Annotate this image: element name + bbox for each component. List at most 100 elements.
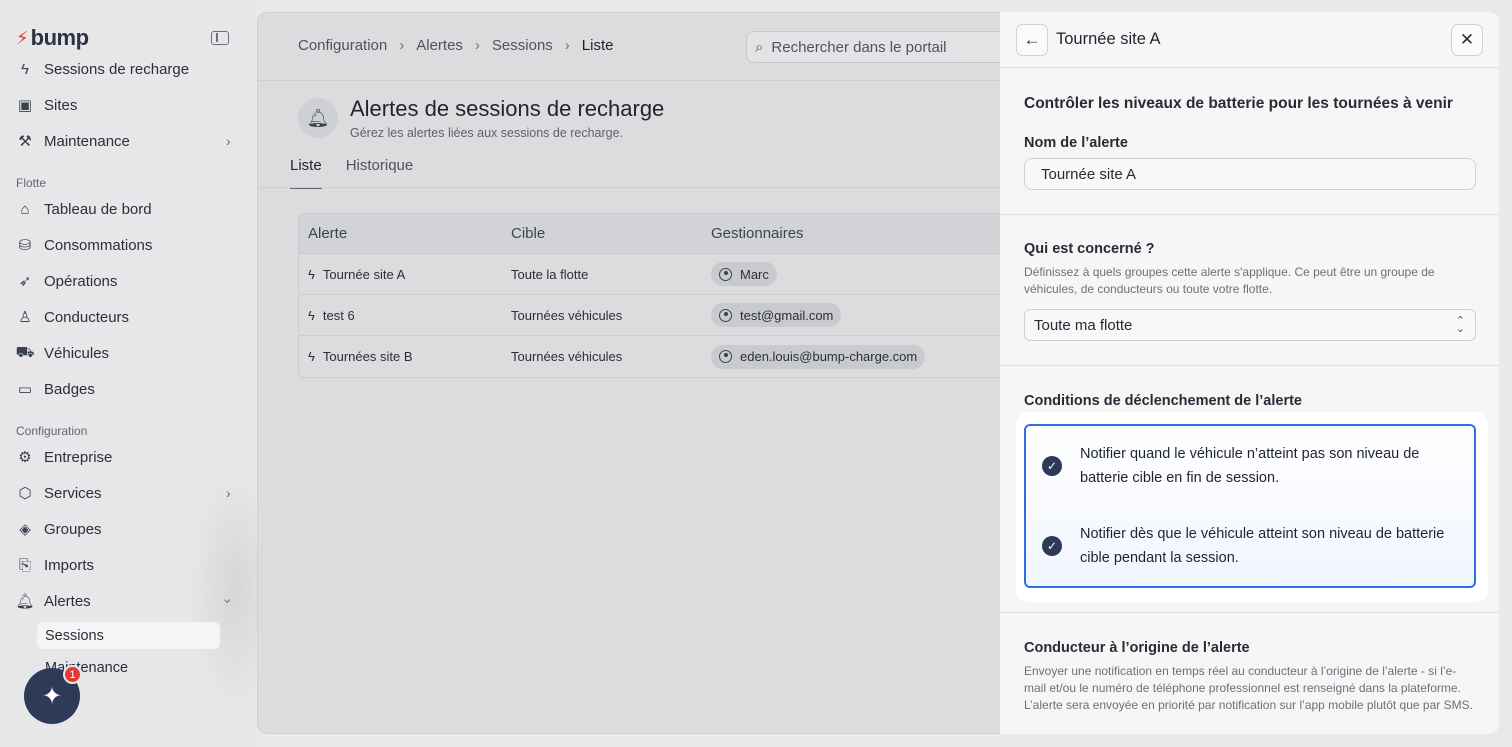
- concerned-help-text: Définissez à quels groupes cette alerte …: [1024, 265, 1435, 296]
- home-icon: ⌂: [20, 200, 30, 218]
- car-icon: ⛟: [15, 343, 35, 361]
- sidebar-item-groupes[interactable]: ◈ Groupes: [16, 515, 102, 543]
- group-select-value: Toute ma flotte: [1034, 316, 1133, 334]
- sidebar-item-services[interactable]: ⬡ Services ›: [16, 479, 240, 507]
- divider: [1000, 365, 1499, 366]
- sidebar-item-label: Imports: [44, 556, 95, 574]
- sidebar-item-label: Groupes: [44, 520, 102, 538]
- alert-detail-drawer: ← Tournée site A ✕ Contrôler les niveaux…: [1000, 12, 1499, 734]
- chevron-right-icon: ›: [226, 485, 231, 501]
- column-header: Alerte: [308, 225, 348, 242]
- sidebar-item-vehicules[interactable]: ⛟ Véhicules: [16, 339, 109, 367]
- bell-icon: 🔔︎: [15, 593, 35, 610]
- sidebar-collapse-icon[interactable]: [211, 31, 229, 45]
- conditions-label: Conditions de déclenchement de l’alerte: [1024, 393, 1302, 409]
- concerned-label: Qui est concerné ?: [1024, 241, 1155, 257]
- breadcrumb: Configuration › Alertes › Sessions › Lis…: [298, 37, 613, 54]
- back-button[interactable]: ←: [1016, 24, 1048, 56]
- checkbox-checked-icon[interactable]: ✓: [1042, 536, 1062, 556]
- manager-chip: eden.louis@bump-charge.com: [711, 344, 926, 369]
- condition-option[interactable]: ✓ Notifier quand le véhicule n’atteint p…: [1042, 442, 1452, 490]
- sidebar-item-conducteurs[interactable]: ♙ Conducteurs: [16, 303, 129, 331]
- table-row[interactable]: ϟ Tournées site B Tournées véhicules eden…: [299, 336, 1017, 377]
- search-input[interactable]: ⌕ Rechercher dans le portail: [746, 31, 1026, 63]
- badge-icon: ▭: [17, 381, 33, 398]
- search-icon: ⌕: [755, 38, 764, 56]
- condition-text: Notifier dès que le véhicule atteint son…: [1080, 526, 1445, 566]
- condition-option[interactable]: ✓ Notifier dès que le véhicule atteint s…: [1042, 522, 1452, 570]
- sidebar-item-consommations[interactable]: ⛁ Consommations: [16, 231, 153, 259]
- conditions-box: ✓ Notifier quand le véhicule n’atteint p…: [1024, 424, 1476, 588]
- sidebar-item-label: Opérations: [44, 272, 118, 290]
- bump-logo-mark-icon: ⚡: [16, 27, 29, 48]
- bolt-icon: ϟ: [21, 60, 29, 78]
- table-row[interactable]: ϟ Tournée site A Toute la flotte Marc: [299, 254, 1017, 295]
- sidebar-item-badges[interactable]: ▭ Badges: [16, 375, 95, 403]
- alert-target: Toute la flotte: [511, 266, 589, 282]
- sidebar-item-label: Maintenance: [44, 132, 130, 150]
- table-row[interactable]: ϟ test 6 Tournées véhicules test@gmail.co…: [299, 295, 1017, 336]
- sidebar-item-imports[interactable]: ⎘ Imports: [16, 551, 94, 579]
- sidebar-item-label: Consommations: [44, 236, 153, 254]
- tab-historique[interactable]: Historique: [346, 157, 414, 189]
- sidebar-subitem-label: Sessions: [45, 627, 104, 644]
- alert-name-input[interactable]: Tournée site A: [1024, 158, 1476, 190]
- chevron-right-icon: ›: [564, 37, 570, 54]
- sidebar-subitem-sessions[interactable]: Sessions: [37, 622, 220, 649]
- gear-icon: ⚙: [18, 449, 32, 466]
- sidebar-item-operations[interactable]: ➶ Opérations: [16, 267, 118, 295]
- sidebar-item-label: Services: [44, 484, 102, 502]
- tab-liste[interactable]: Liste: [290, 157, 322, 189]
- sidebar-item-label: Entreprise: [44, 448, 113, 466]
- manager-name: test@gmail.com: [740, 307, 834, 323]
- layers-icon: ◈: [19, 521, 31, 538]
- section-label-flotte: Flotte: [16, 176, 47, 190]
- sidebar-item-entreprise[interactable]: ⚙ Entreprise: [16, 443, 112, 471]
- sidebar-item-sessions-de-recharge[interactable]: ϟ Sessions de recharge: [16, 55, 189, 83]
- sidebar-item-maintenance[interactable]: ⚒ Maintenance ›: [16, 127, 240, 155]
- breadcrumb-item[interactable]: Alertes: [416, 37, 463, 54]
- driver-help-text: Envoyer une notification en temps réel a…: [1024, 664, 1473, 712]
- alert-name: Tournée site A: [322, 266, 406, 282]
- alert-target: Tournées véhicules: [511, 307, 623, 323]
- bump-logo[interactable]: ⚡ bump: [16, 25, 89, 50]
- divider: [1000, 214, 1499, 215]
- user-icon: ♙: [18, 309, 32, 326]
- arrow-left-icon: ←: [1023, 30, 1041, 49]
- sidebar-item-label: Véhicules: [44, 344, 110, 362]
- sidebar-item-label: Sites: [44, 96, 78, 114]
- driver-label: Conducteur à l’origine de l’alerte: [1024, 640, 1250, 656]
- breadcrumb-item[interactable]: Configuration: [298, 37, 387, 54]
- cube-icon: ⬡: [18, 485, 32, 502]
- page-title: Alertes de sessions de recharge: [350, 96, 665, 121]
- close-button[interactable]: ✕: [1451, 24, 1483, 56]
- manager-chip: test@gmail.com: [711, 303, 842, 327]
- drawer-heading: Contrôler les niveaux de batterie pour l…: [1024, 95, 1453, 112]
- bolt-icon: ϟ: [308, 349, 315, 364]
- user-circle-icon: [719, 350, 732, 363]
- sidebar-item-label: Conducteurs: [44, 308, 130, 326]
- sidebar-item-tableau-de-bord[interactable]: ⌂ Tableau de bord: [16, 195, 151, 223]
- drawer-title: Tournée site A: [1056, 30, 1161, 48]
- rocket-icon: ➶: [18, 273, 32, 290]
- sidebar-item-sites[interactable]: ▣ Sites: [16, 91, 77, 119]
- sites-icon: ▣: [17, 97, 33, 114]
- bump-logo-word: bump: [30, 25, 89, 50]
- sidebar: ⚡ bump ϟ Sessions de recharge ▣ Sites ⚒ …: [0, 0, 280, 747]
- tabs: Liste Historique: [290, 157, 437, 189]
- checkbox-checked-icon[interactable]: ✓: [1042, 456, 1062, 476]
- user-circle-icon: [719, 308, 732, 322]
- manager-chip: Marc: [711, 262, 777, 286]
- alert-name: Tournées site B: [322, 349, 413, 364]
- alert-name-label: Nom de l’alerte: [1024, 135, 1128, 151]
- sidebar-item-alertes[interactable]: 🔔︎ Alertes ›: [15, 587, 240, 615]
- chevron-down-icon: ›: [220, 598, 237, 604]
- chevron-up-down-icon: ⌃ ⌄: [1455, 315, 1465, 335]
- alerts-table: Alerte Cible Gestionnaires ϟ Tournée site…: [298, 213, 1018, 378]
- sidebar-item-label: Sessions de recharge: [44, 60, 190, 78]
- column-header: Gestionnaires: [711, 225, 804, 242]
- breadcrumb-item[interactable]: Sessions: [492, 37, 553, 54]
- group-select[interactable]: Toute ma flotte ⌃ ⌄: [1024, 309, 1476, 341]
- chevron-right-icon: ›: [226, 133, 231, 149]
- page-subtitle: Gérez les alertes liées aux sessions de …: [350, 126, 624, 140]
